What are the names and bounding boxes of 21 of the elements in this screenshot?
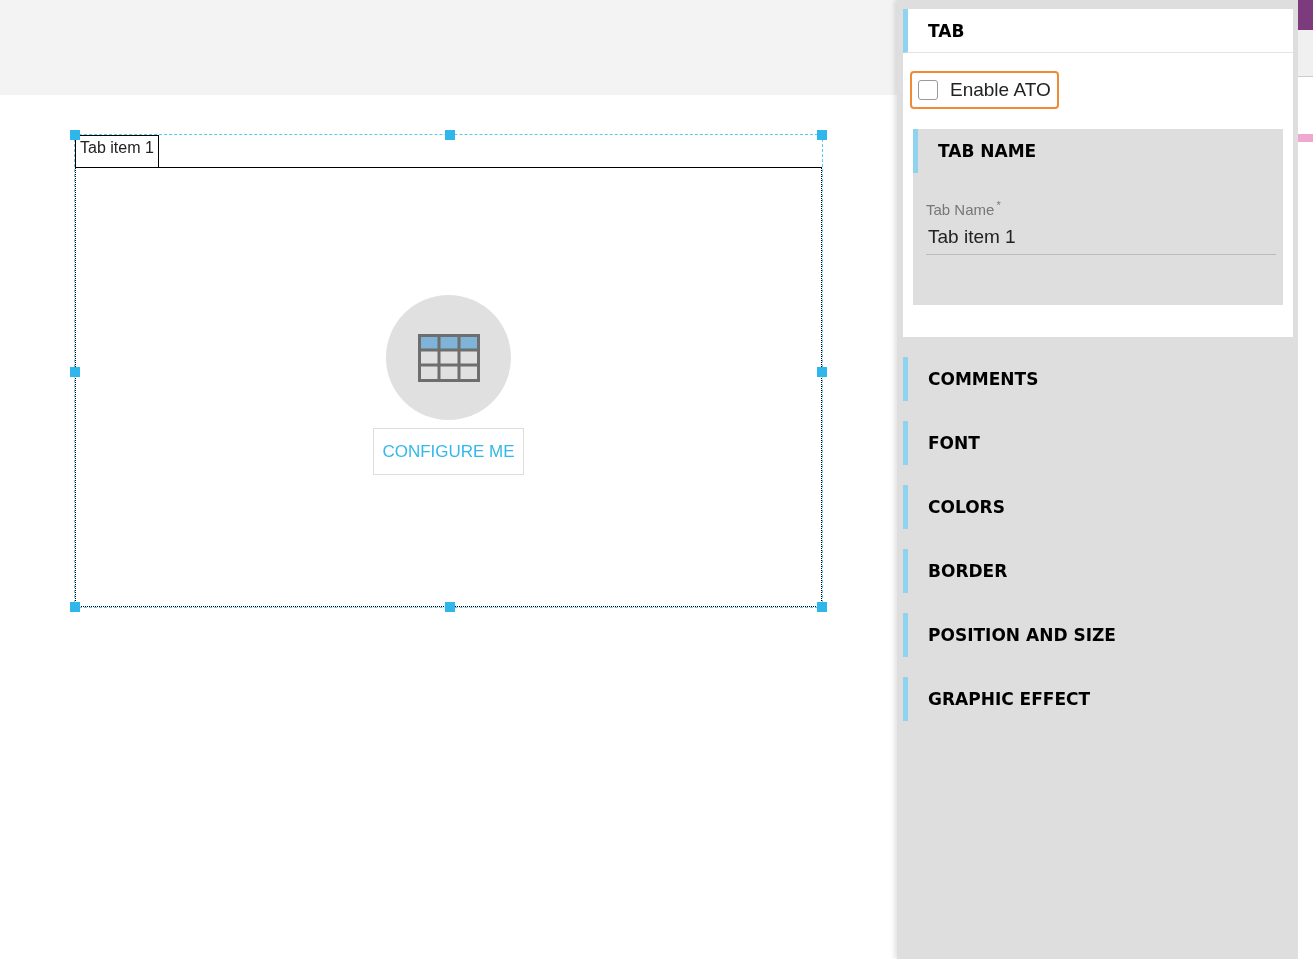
resize-handle[interactable] <box>70 367 80 377</box>
section-header[interactable]: COMMENTS <box>903 357 1293 401</box>
resize-handle[interactable] <box>70 602 80 612</box>
resize-handle[interactable] <box>817 367 827 377</box>
section-header[interactable]: TAB NAME <box>913 129 1283 173</box>
resize-handle[interactable] <box>817 130 827 140</box>
field-label: Tab Name <box>926 201 995 218</box>
section-header[interactable]: FONT <box>903 421 1293 465</box>
section-header[interactable]: GRAPHIC EFFECT <box>903 677 1293 721</box>
required-mark: * <box>996 199 1001 211</box>
resize-handle[interactable] <box>817 602 827 612</box>
section-header[interactable]: COLORS <box>903 485 1293 529</box>
tab-name-field[interactable]: Tab item 1 <box>926 222 1276 255</box>
section-header[interactable]: POSITION AND SIZE <box>903 613 1293 657</box>
resize-handle[interactable] <box>445 602 455 612</box>
section-header[interactable]: TAB <box>903 9 1293 53</box>
resize-handle[interactable] <box>70 130 80 140</box>
tab[interactable]: Tab item 1 <box>75 135 159 167</box>
section-header[interactable]: BORDER <box>903 549 1293 593</box>
resize-handle[interactable] <box>445 130 455 140</box>
enable-ato-checkbox[interactable]: Enable ATO <box>910 71 1059 109</box>
